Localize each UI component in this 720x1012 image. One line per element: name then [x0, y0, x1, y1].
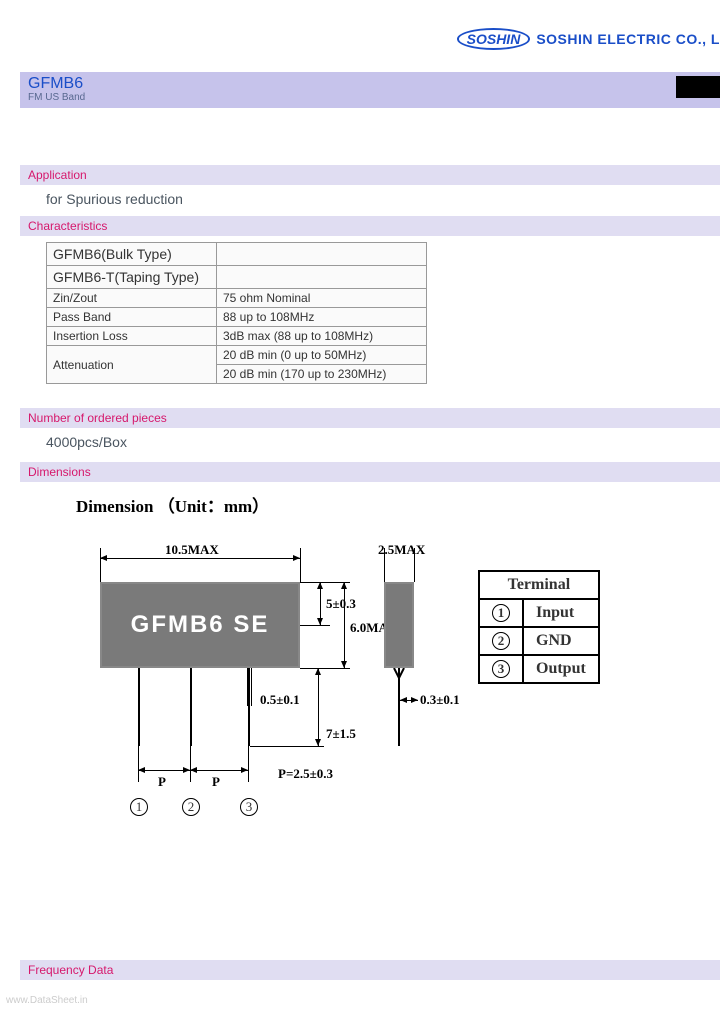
- lead-1: [138, 668, 140, 746]
- cell: 75 ohm Nominal: [217, 289, 427, 308]
- dimension-arrow: [100, 558, 300, 559]
- heading-characteristics: Characteristics: [20, 216, 720, 236]
- extension-line: [247, 668, 248, 706]
- terminal-header: Terminal: [479, 571, 599, 599]
- cell: 20 dB min (170 up to 230MHz): [217, 365, 427, 384]
- dim-lead-length: 7±1.5: [326, 726, 356, 742]
- cell: 3dB max (88 up to 108MHz): [217, 327, 427, 346]
- table-row: Terminal: [479, 571, 599, 599]
- extension-line: [251, 668, 252, 706]
- extension-line: [250, 746, 324, 747]
- terminal-num: 3: [479, 655, 523, 683]
- terminal-table: Terminal 1 Input 2 GND 3 Output: [478, 570, 600, 684]
- terminal-num: 2: [479, 627, 523, 655]
- cell: Pass Band: [47, 308, 217, 327]
- heading-frequency: Frequency Data: [20, 960, 720, 980]
- dimension-arrow: [344, 582, 345, 668]
- section-application: Application for Spurious reduction: [20, 165, 720, 207]
- dim-width: 10.5MAX: [165, 542, 219, 558]
- table-row: Pass Band 88 up to 108MHz: [47, 308, 427, 327]
- heading-application: Application: [20, 165, 720, 185]
- table-row: GFMB6-T(Taping Type): [47, 266, 427, 289]
- cell: 20 dB min (0 up to 50MHz): [217, 346, 427, 365]
- table-row: GFMB6(Bulk Type): [47, 243, 427, 266]
- section-characteristics: Characteristics GFMB6(Bulk Type) GFMB6-T…: [20, 216, 720, 384]
- table-row: Insertion Loss 3dB max (88 up to 108MHz): [47, 327, 427, 346]
- table-row: 2 GND: [479, 627, 599, 655]
- terminal-num-3: 3: [240, 798, 258, 816]
- dim-lead-width: 0.5±0.1: [260, 692, 300, 708]
- logo-icon: SOSHIN: [457, 28, 531, 50]
- extension-line: [300, 668, 350, 669]
- lead-2: [190, 668, 192, 746]
- dimension-arrow: [138, 770, 190, 771]
- cell: 88 up to 108MHz: [217, 308, 427, 327]
- extension-line: [300, 548, 301, 582]
- cell: Zin/Zout: [47, 289, 217, 308]
- dim-side-width: 2.5MAX: [378, 542, 425, 558]
- black-marker: [676, 76, 720, 98]
- characteristics-table: GFMB6(Bulk Type) GFMB6-T(Taping Type) Zi…: [46, 242, 427, 384]
- heading-dimensions: Dimensions: [20, 462, 720, 482]
- table-row: Attenuation 20 dB min (0 up to 50MHz): [47, 346, 427, 365]
- terminal-label: GND: [523, 627, 599, 655]
- section-frequency: Frequency Data: [20, 960, 720, 984]
- side-body: [384, 582, 414, 668]
- extension-line: [300, 625, 330, 626]
- application-text: for Spurious reduction: [46, 191, 720, 207]
- dimension-arrow: [318, 668, 319, 746]
- lead-3: [248, 668, 250, 746]
- dim-pitch-p2: P: [212, 774, 220, 790]
- extension-line: [100, 548, 101, 582]
- part-number: GFMB6: [28, 75, 712, 93]
- dim-pitch-p1: P: [158, 774, 166, 790]
- cell: Insertion Loss: [47, 327, 217, 346]
- dimension-unit-label: Dimension （Unit：mm）: [76, 492, 720, 517]
- company-name: SOSHIN ELECTRIC CO., L: [536, 31, 720, 47]
- dimension-arrow: [320, 582, 321, 625]
- section-dimensions: Dimensions Dimension （Unit：mm）: [20, 462, 720, 517]
- company-header: SOSHIN SOSHIN ELECTRIC CO., L: [457, 28, 720, 50]
- component-marking: GFMB6 SE: [100, 582, 300, 668]
- section-pieces: Number of ordered pieces 4000pcs/Box: [20, 408, 720, 450]
- side-lead: [398, 668, 400, 746]
- extension-line: [190, 746, 191, 782]
- cell: GFMB6-T(Taping Type): [47, 266, 217, 289]
- terminal-num: 1: [479, 599, 523, 627]
- terminal-label: Input: [523, 599, 599, 627]
- heading-pieces: Number of ordered pieces: [20, 408, 720, 428]
- table-row: 3 Output: [479, 655, 599, 683]
- pieces-text: 4000pcs/Box: [46, 434, 720, 450]
- extension-line: [248, 746, 249, 782]
- dimension-diagram: 10.5MAX GFMB6 SE 5±0.3 6.0MAX 0.5±0.1 7±…: [30, 540, 690, 920]
- watermark: www.DataSheet.in: [6, 995, 88, 1006]
- table-row: 1 Input: [479, 599, 599, 627]
- terminal-label: Output: [523, 655, 599, 683]
- terminal-num-1: 1: [130, 798, 148, 816]
- cell: Attenuation: [47, 346, 217, 384]
- part-subtitle: FM US Band: [28, 92, 712, 103]
- dim-lead-thick: 0.3±0.1: [420, 692, 460, 708]
- title-bar: GFMB6 FM US Band: [20, 72, 720, 108]
- cell: [217, 243, 427, 266]
- dimension-arrow: [190, 770, 248, 771]
- cell: GFMB6(Bulk Type): [47, 243, 217, 266]
- table-row: Zin/Zout 75 ohm Nominal: [47, 289, 427, 308]
- extension-line: [138, 746, 139, 782]
- terminal-num-2: 2: [182, 798, 200, 816]
- dimension-arrow: [400, 700, 418, 701]
- cell: [217, 266, 427, 289]
- dim-5: 5±0.3: [326, 596, 356, 612]
- dim-pitch-val: P=2.5±0.3: [278, 766, 333, 782]
